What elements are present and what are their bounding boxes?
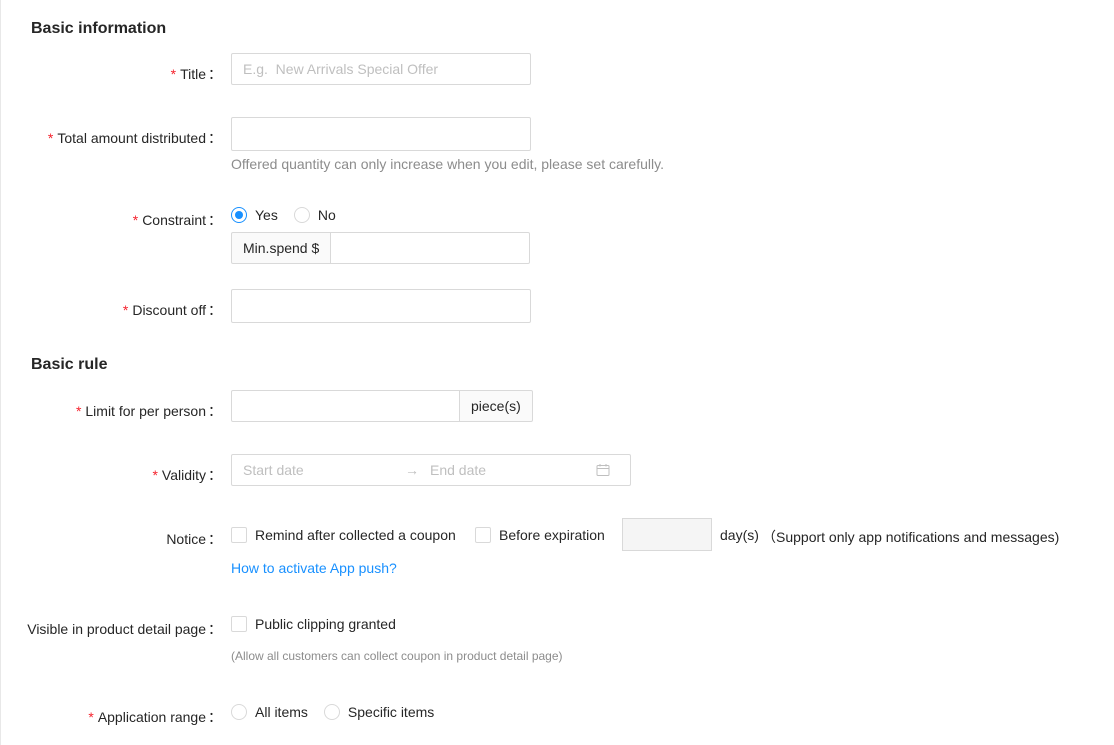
validity-label: * Validity： (152, 467, 222, 483)
constraint-radio-group: Yes No (231, 207, 352, 223)
before-expiration-checkbox[interactable]: Before expiration (475, 527, 605, 543)
application-range-label: * Application range： (88, 709, 222, 725)
limit-per-person-group: piece(s) (231, 390, 533, 422)
range-arrow-icon: → (405, 462, 419, 478)
expiration-days-input[interactable] (622, 518, 712, 551)
radio-checked-icon (231, 207, 247, 223)
public-clipping-checkbox[interactable]: Public clipping granted (231, 616, 396, 632)
radio-unchecked-icon (293, 207, 310, 223)
section-title-basic-information: Basic information (31, 20, 167, 37)
discount-off-input[interactable] (231, 289, 531, 323)
calendar-icon (596, 463, 610, 477)
title-label: * Title： (170, 66, 222, 82)
constraint-no-radio[interactable]: No (293, 207, 336, 223)
checkbox-unchecked-icon (475, 527, 491, 543)
specific-items-radio[interactable]: Specific items (323, 704, 434, 720)
radio-unchecked-icon (323, 704, 340, 720)
start-date-placeholder[interactable]: Start date (243, 462, 405, 478)
checkbox-unchecked-icon (231, 527, 247, 543)
limit-per-person-input[interactable] (231, 390, 460, 422)
title-input[interactable] (231, 53, 531, 85)
checkbox-unchecked-icon (231, 616, 247, 632)
limit-per-person-suffix: piece(s) (460, 390, 533, 422)
total-amount-label: * Total amount distributed： (47, 130, 222, 146)
radio-unchecked-icon (231, 704, 247, 720)
end-date-placeholder[interactable]: End date (430, 462, 596, 478)
application-range-radio-group: All items Specific items (231, 704, 450, 720)
total-amount-input[interactable] (231, 117, 531, 151)
remind-after-collected-checkbox[interactable]: Remind after collected a coupon (231, 527, 456, 543)
min-spend-prefix: Min.spend $ (231, 232, 332, 264)
all-items-radio[interactable]: All items (231, 704, 308, 720)
section-title-basic-rule: Basic rule (31, 356, 108, 373)
notice-label: Notice： (166, 531, 222, 547)
calendar-icon-svg (596, 464, 610, 476)
days-unit: day(s) (720, 527, 759, 543)
limit-per-person-label: * Limit for per person： (75, 403, 222, 419)
min-spend-input[interactable] (331, 232, 531, 264)
min-spend-group: Min.spend $ (231, 232, 531, 264)
support-note: （Support only app notifications and mess… (762, 529, 1060, 545)
left-border (0, 0, 1, 745)
activate-app-push-link[interactable]: How to activate App push? (231, 560, 397, 576)
constraint-yes-radio[interactable]: Yes (231, 207, 278, 223)
constraint-label: * Constraint： (132, 212, 222, 228)
visible-detail-hint: (Allow all customers can collect coupon … (231, 649, 563, 663)
visible-detail-label: Visible in product detail page： (27, 621, 222, 637)
validity-date-range-picker[interactable]: Start date → End date (231, 454, 631, 486)
total-amount-hint: Offered quantity can only increase when … (231, 156, 664, 172)
discount-off-label: * Discount off： (122, 302, 222, 318)
